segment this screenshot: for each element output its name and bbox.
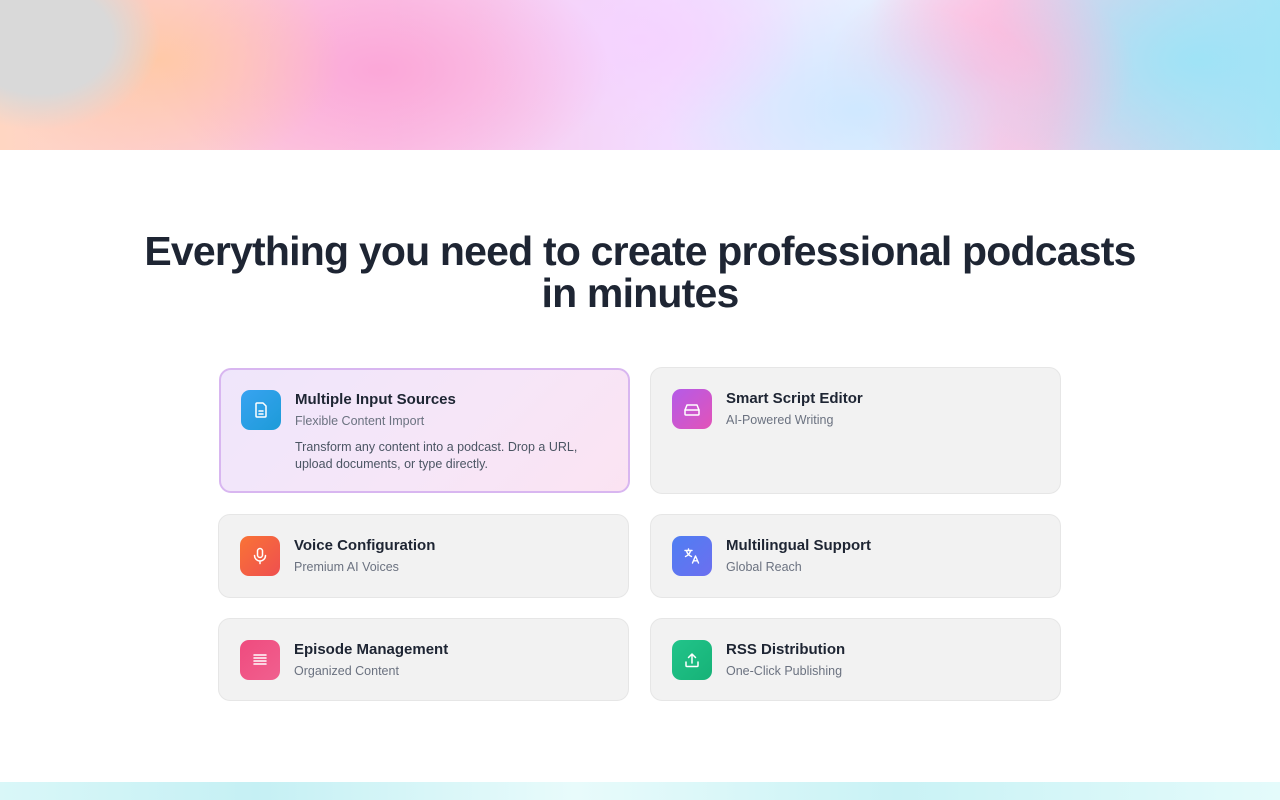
feature-card-multilingual-support[interactable]: Multilingual Support Global Reach (650, 514, 1061, 598)
list-icon (240, 640, 280, 680)
feature-subtitle: Premium AI Voices (294, 560, 399, 574)
feature-card-multiple-input-sources[interactable]: Multiple Input Sources Flexible Content … (219, 368, 630, 493)
feature-card-smart-script-editor[interactable]: Smart Script Editor AI-Powered Writing (650, 367, 1061, 494)
hero-banner (0, 0, 1280, 150)
feature-subtitle: Flexible Content Import (295, 414, 425, 428)
upload-icon (672, 640, 712, 680)
feature-description: Transform any content into a podcast. Dr… (295, 440, 578, 471)
footer-strip (0, 782, 1280, 800)
section-heading: Everything you need to create profession… (144, 228, 1136, 316)
feature-title: Episode Management (294, 641, 449, 658)
document-icon (241, 390, 281, 430)
feature-title: Voice Configuration (294, 537, 436, 554)
feature-subtitle: Organized Content (294, 664, 399, 678)
feature-subtitle: AI-Powered Writing (726, 413, 834, 427)
feature-subtitle: Global Reach (726, 560, 802, 574)
feature-card-episode-management[interactable]: Episode Management Organized Content (218, 618, 629, 701)
feature-card-rss-distribution[interactable]: RSS Distribution One-Click Publishing (650, 618, 1061, 701)
feature-title: RSS Distribution (726, 641, 846, 658)
feature-card-voice-configuration[interactable]: Voice Configuration Premium AI Voices (218, 514, 629, 598)
feature-title: Multiple Input Sources (295, 391, 456, 408)
feature-subtitle: One-Click Publishing (726, 664, 843, 678)
microphone-icon (240, 536, 280, 576)
feature-title: Multilingual Support (726, 537, 871, 554)
translate-icon (672, 536, 712, 576)
inbox-tray-icon (672, 389, 712, 429)
feature-title: Smart Script Editor (726, 390, 863, 407)
